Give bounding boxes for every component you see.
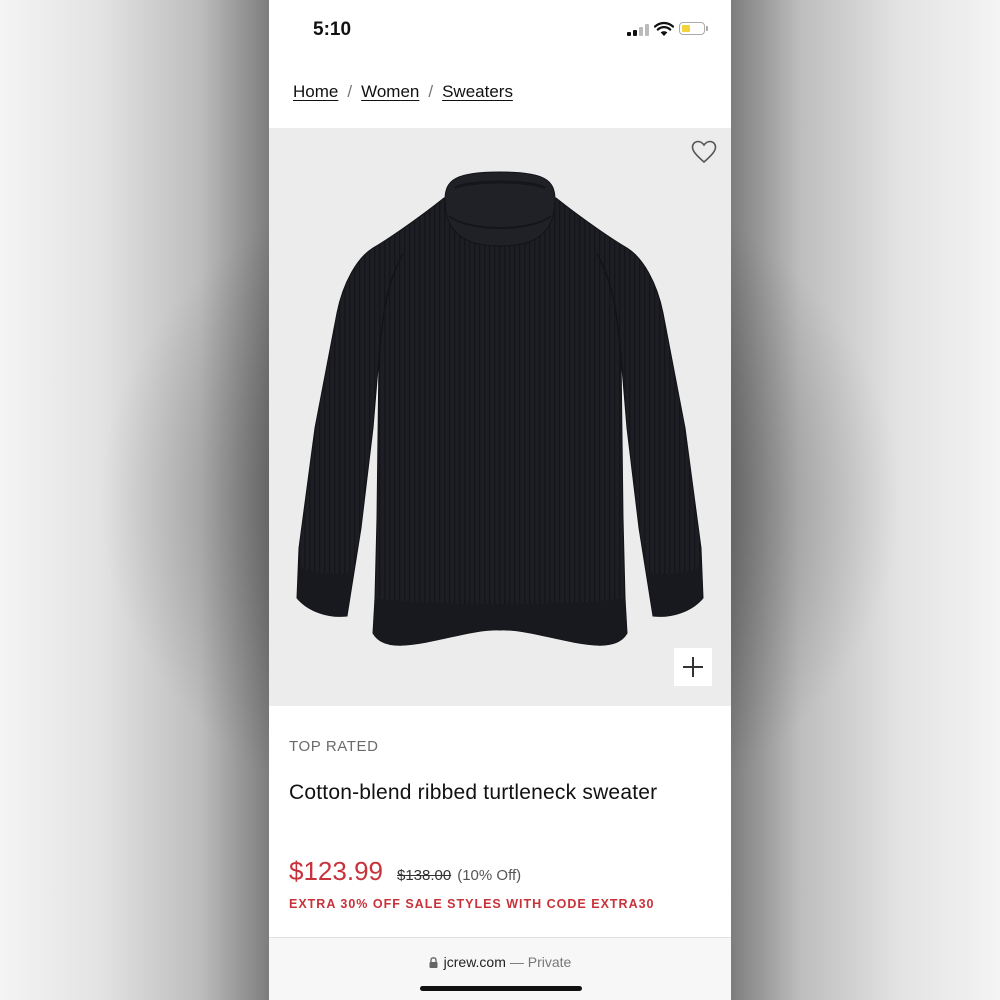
breadcrumb-separator: /: [347, 82, 353, 101]
breadcrumb-sweaters[interactable]: Sweaters: [442, 82, 513, 102]
product-title: Cotton-blend ribbed turtleneck sweater: [289, 781, 658, 804]
breadcrumb-separator: /: [428, 82, 434, 101]
breadcrumb: Home / Women / Sweaters: [293, 82, 513, 102]
sweater-image: [296, 171, 704, 646]
status-time: 5:10: [313, 19, 352, 40]
home-indicator[interactable]: [420, 986, 582, 991]
phone-screen: 5:10 Home / Women / Sweaters TOP RATED C…: [269, 0, 731, 1000]
breadcrumb-home[interactable]: Home: [293, 82, 338, 102]
url-row[interactable]: jcrew.com — Private: [269, 954, 731, 970]
zoom-button[interactable]: [674, 648, 712, 686]
product-image[interactable]: [269, 128, 731, 706]
sale-price: $123.99: [289, 856, 383, 886]
wifi-icon: [654, 21, 674, 36]
lock-icon: [429, 956, 438, 968]
battery-icon: [679, 22, 705, 35]
original-price: $138.00: [396, 867, 452, 884]
top-rated-badge: TOP RATED: [289, 738, 379, 755]
breadcrumb-women[interactable]: Women: [361, 82, 419, 102]
url-domain: jcrew.com: [443, 954, 506, 970]
promo-text: EXTRA 30% OFF SALE STYLES WITH CODE EXTR…: [289, 897, 655, 911]
plus-icon: [683, 657, 703, 677]
price-row: $123.99 $138.00 (10% Off): [289, 856, 521, 887]
battery-nub: [706, 26, 708, 31]
heart-outline-icon[interactable]: [691, 140, 717, 164]
browser-url-bar[interactable]: jcrew.com — Private: [269, 937, 731, 1000]
discount-label: (10% Off): [457, 867, 522, 884]
cellular-signal-icon: [627, 24, 649, 36]
private-label: — Private: [509, 954, 572, 970]
